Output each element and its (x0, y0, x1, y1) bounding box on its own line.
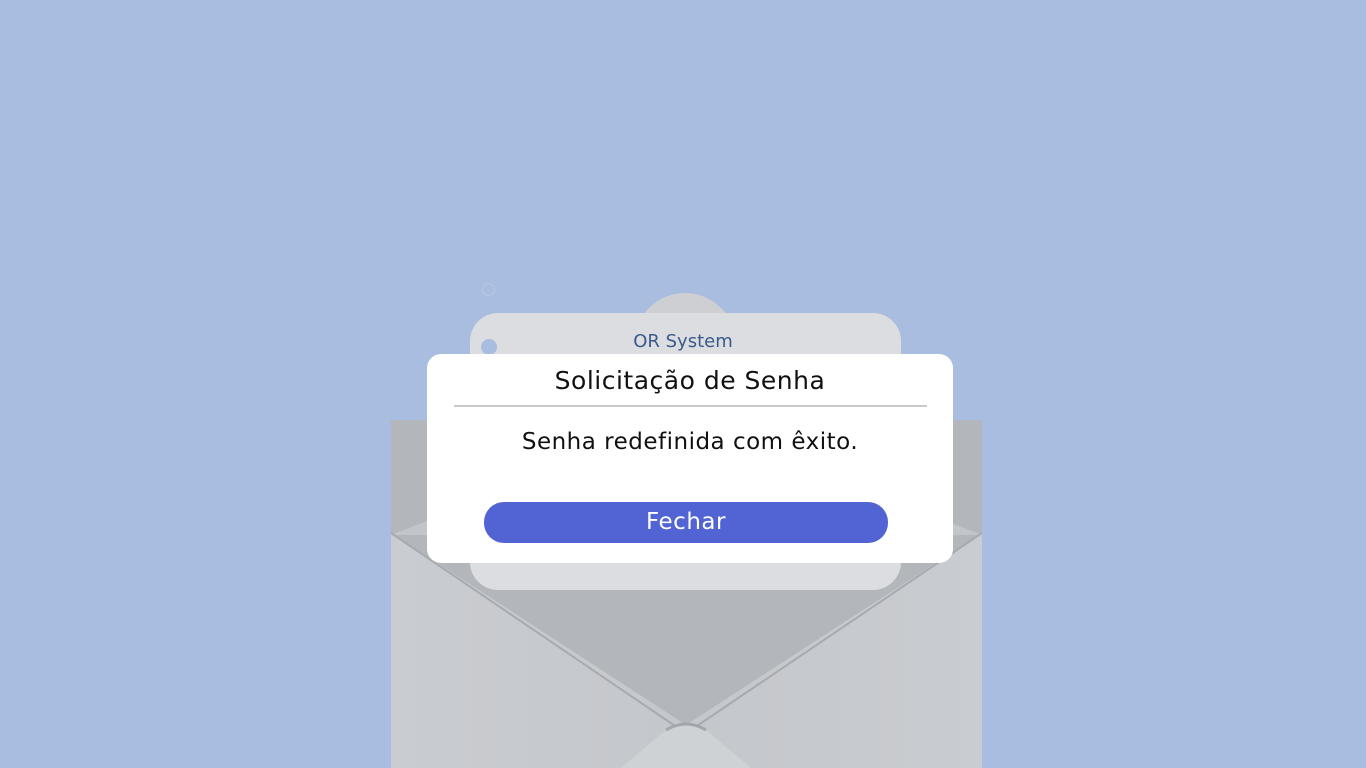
dialog-title: Solicitação de Senha (554, 366, 826, 395)
letter-decoration-ring (482, 283, 495, 296)
envelope-front (391, 532, 982, 768)
letter-brand-title: OR System (633, 331, 733, 352)
password-request-dialog: Solicitação de Senha Senha redefinida co… (427, 354, 953, 563)
dialog-message: Senha redefinida com êxito. (521, 429, 859, 455)
close-button[interactable]: Fechar (484, 502, 888, 543)
dialog-divider (454, 405, 927, 407)
background-scene: OR System Solicitação de Senha Senha red… (0, 0, 1366, 768)
